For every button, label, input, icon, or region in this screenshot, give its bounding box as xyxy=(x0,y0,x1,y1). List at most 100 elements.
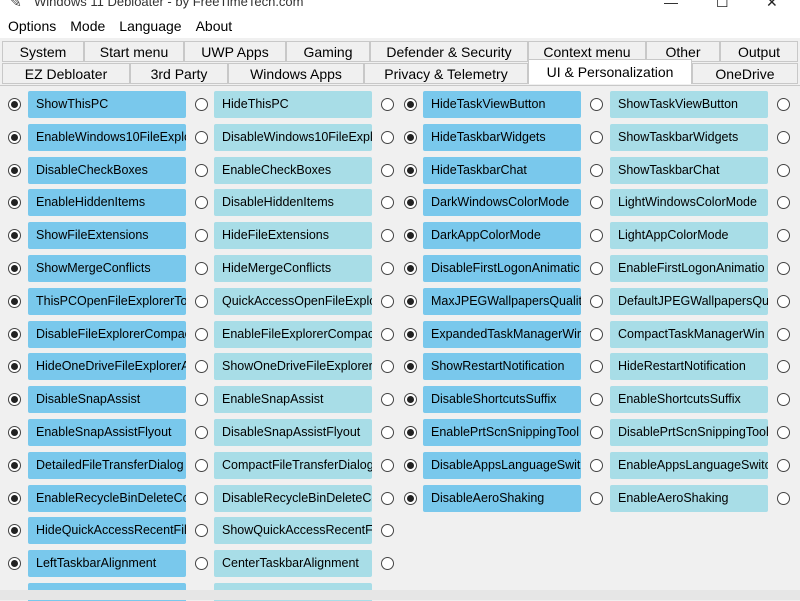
tab-ez-debloater[interactable]: EZ Debloater xyxy=(2,63,130,84)
option-button[interactable]: DisableShortcutsSuffix xyxy=(423,386,581,414)
radio-button[interactable] xyxy=(195,294,208,308)
option-button[interactable]: HideTaskViewButton xyxy=(423,91,581,118)
radio-button[interactable] xyxy=(8,229,21,243)
radio-button[interactable] xyxy=(8,130,21,144)
option-button[interactable]: HideTaskbarChat xyxy=(423,156,581,184)
option-button[interactable]: ShowTaskViewButton xyxy=(610,91,768,118)
option-button[interactable]: EnableSnapAssist xyxy=(214,386,372,414)
option-button[interactable]: QuickAccessOpenFileExplc xyxy=(214,287,372,315)
option-button[interactable]: ShowRestartNotification xyxy=(423,353,581,381)
radio-button[interactable] xyxy=(404,98,417,111)
option-button[interactable]: HideRestartNotification xyxy=(610,353,768,381)
radio-button[interactable] xyxy=(381,262,394,275)
option-button[interactable]: EnableFirstLogonAnimatio xyxy=(610,255,768,282)
radio-button[interactable] xyxy=(8,393,21,407)
radio-button[interactable] xyxy=(777,491,790,505)
radio-button[interactable] xyxy=(195,262,208,275)
option-button[interactable]: DisableSnapAssistFlyout xyxy=(214,419,372,446)
radio-button[interactable] xyxy=(8,98,21,111)
option-button[interactable]: EnableShortcutsSuffix xyxy=(610,386,768,414)
option-button[interactable]: ShowTaskbarWidgets xyxy=(610,123,768,151)
option-button[interactable]: ShowFileExtensions xyxy=(28,222,186,250)
option-button[interactable]: LightWindowsColorMode xyxy=(610,189,768,217)
radio-button[interactable] xyxy=(195,426,208,439)
option-button[interactable]: ShowThisPC xyxy=(28,91,186,118)
radio-button[interactable] xyxy=(195,557,208,571)
radio-button[interactable] xyxy=(590,360,603,374)
radio-button[interactable] xyxy=(404,426,417,439)
radio-button[interactable] xyxy=(381,130,394,144)
radio-button[interactable] xyxy=(777,163,790,177)
option-button[interactable]: ShowMergeConflicts xyxy=(28,255,186,282)
option-button[interactable]: DisableSnapAssist xyxy=(28,386,186,414)
radio-button[interactable] xyxy=(404,491,417,505)
radio-button[interactable] xyxy=(404,294,417,308)
radio-button[interactable] xyxy=(381,393,394,407)
radio-button[interactable] xyxy=(381,360,394,374)
radio-button[interactable] xyxy=(777,327,790,341)
radio-button[interactable] xyxy=(8,557,21,571)
option-button[interactable]: EnableAppsLanguageSwitc xyxy=(610,451,768,479)
radio-button[interactable] xyxy=(590,491,603,505)
radio-button[interactable] xyxy=(777,196,790,210)
radio-button[interactable] xyxy=(590,130,603,144)
radio-button[interactable] xyxy=(590,393,603,407)
option-button[interactable]: DarkWindowsColorMode xyxy=(423,189,581,217)
option-button[interactable]: DefaultJPEGWallpapersQu xyxy=(610,287,768,315)
radio-button[interactable] xyxy=(381,491,394,505)
option-button[interactable]: ExpandedTaskManagerWir xyxy=(423,320,581,348)
radio-button[interactable] xyxy=(8,426,21,439)
radio-button[interactable] xyxy=(590,426,603,439)
tab-defender-security[interactable]: Defender & Security xyxy=(370,41,528,62)
option-button[interactable]: DetailedFileTransferDialog xyxy=(28,451,186,479)
radio-button[interactable] xyxy=(404,262,417,275)
radio-button[interactable] xyxy=(404,393,417,407)
option-button[interactable]: EnableSnapAssistFlyout xyxy=(28,419,186,446)
tab-output[interactable]: Output xyxy=(720,41,798,62)
radio-button[interactable] xyxy=(8,491,21,505)
radio-button[interactable] xyxy=(777,294,790,308)
radio-button[interactable] xyxy=(8,524,21,538)
menu-options[interactable]: Options xyxy=(0,18,63,34)
radio-button[interactable] xyxy=(8,327,21,341)
radio-button[interactable] xyxy=(195,98,208,111)
radio-button[interactable] xyxy=(404,327,417,341)
option-button[interactable]: MaxJPEGWallpapersQuality xyxy=(423,287,581,315)
option-button[interactable]: LeftTaskbarAlignment xyxy=(28,550,186,578)
radio-button[interactable] xyxy=(195,360,208,374)
option-button[interactable]: DisableRecycleBinDeleteCc xyxy=(214,484,372,512)
radio-button[interactable] xyxy=(777,98,790,111)
radio-button[interactable] xyxy=(195,393,208,407)
menu-mode[interactable]: Mode xyxy=(63,18,112,34)
radio-button[interactable] xyxy=(777,360,790,374)
option-button[interactable]: CompactFileTransferDialog xyxy=(214,451,372,479)
radio-button[interactable] xyxy=(381,98,394,111)
radio-button[interactable] xyxy=(590,262,603,275)
option-button[interactable]: DisableAppsLanguageSwit xyxy=(423,451,581,479)
option-button[interactable]: ShowTaskbarChat xyxy=(610,156,768,184)
radio-button[interactable] xyxy=(8,458,21,472)
radio-button[interactable] xyxy=(777,130,790,144)
radio-button[interactable] xyxy=(404,229,417,243)
option-button[interactable]: EnableAeroShaking xyxy=(610,484,768,512)
option-button[interactable]: CenterTaskbarAlignment xyxy=(214,550,372,578)
radio-button[interactable] xyxy=(590,163,603,177)
radio-button[interactable] xyxy=(8,163,21,177)
option-button[interactable]: DisableHiddenItems xyxy=(214,189,372,217)
tab-3rd-party[interactable]: 3rd Party xyxy=(130,63,228,84)
radio-button[interactable] xyxy=(590,98,603,111)
option-button[interactable]: EnablePrtScnSnippingTool xyxy=(423,419,581,446)
option-button[interactable]: DisableFileExplorerCompac xyxy=(28,320,186,348)
radio-button[interactable] xyxy=(777,426,790,439)
radio-button[interactable] xyxy=(590,458,603,472)
option-button[interactable]: HideTaskbarWidgets xyxy=(423,123,581,151)
option-button[interactable]: DisableWindows10FileExpl xyxy=(214,123,372,151)
minimize-button[interactable]: — xyxy=(664,0,678,10)
radio-button[interactable] xyxy=(381,196,394,210)
radio-button[interactable] xyxy=(381,327,394,341)
option-button[interactable]: CompactTaskManagerWin xyxy=(610,320,768,348)
tab-ui-personalization[interactable]: UI & Personalization xyxy=(528,59,692,84)
radio-button[interactable] xyxy=(195,130,208,144)
option-button[interactable]: EnableHiddenItems xyxy=(28,189,186,217)
radio-button[interactable] xyxy=(8,262,21,275)
